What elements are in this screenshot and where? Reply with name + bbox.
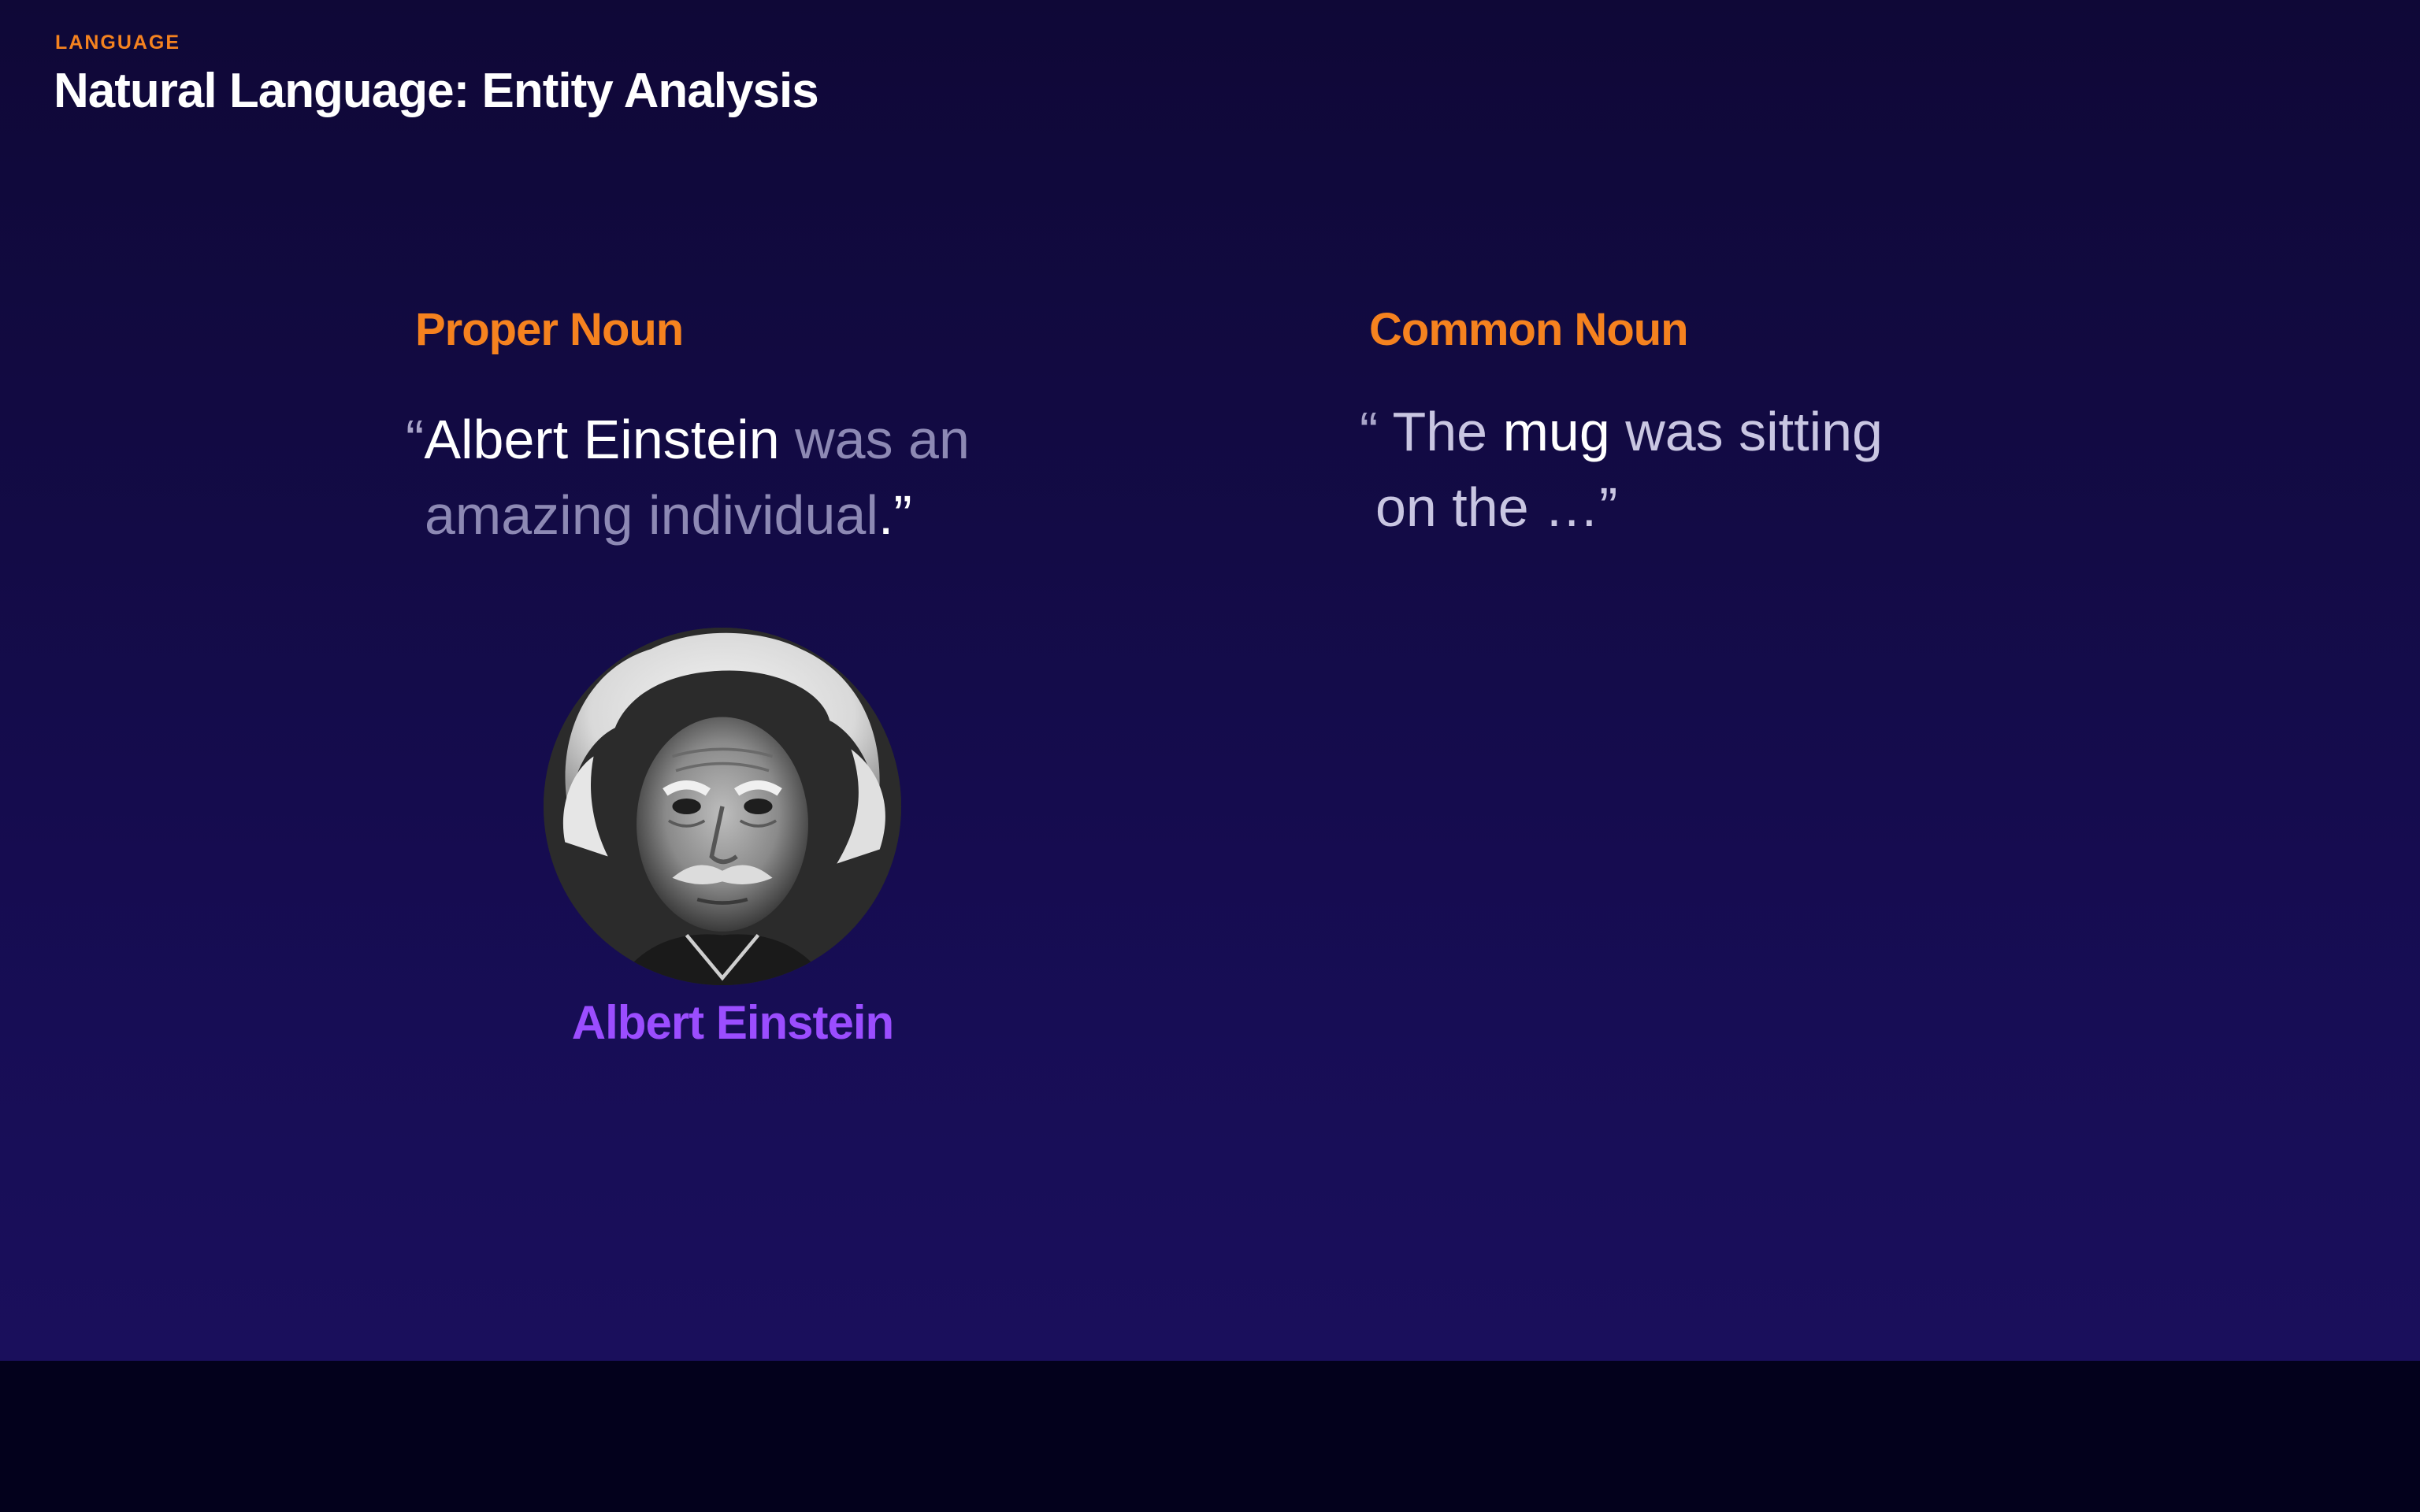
quote-text-line2: amazing individual [425,484,878,546]
quote-text: was sitting [1609,401,1883,462]
quote-open-mark: “ [406,409,425,470]
proper-noun-heading: Proper Noun [415,304,684,355]
entity-label: Albert Einstein [571,996,894,1049]
common-noun-quote: “ The mug was sitting on the …” [1360,394,1883,545]
quote-text: The [1378,401,1503,462]
quote-open-mark: “ [1360,401,1379,462]
common-noun-heading: Common Noun [1369,304,1689,355]
letterbox-bar [0,1361,2420,1512]
quote-text: was an [779,409,970,470]
quote-text-line2: on the …” [1375,476,1618,538]
portrait-icon [544,628,901,985]
section-eyebrow: LANGUAGE [55,32,181,54]
quote-close-mark: .” [878,484,912,546]
entity-portrait [544,628,901,985]
proper-noun-quote: “Albert Einstein was an amazing individu… [406,402,970,553]
quote-entity-highlight: Albert Einstein [424,409,780,470]
page-title: Natural Language: Entity Analysis [54,64,819,118]
slide: LANGUAGE Natural Language: Entity Analys… [0,0,2420,1361]
quote-entity-highlight: mug [1502,401,1610,462]
